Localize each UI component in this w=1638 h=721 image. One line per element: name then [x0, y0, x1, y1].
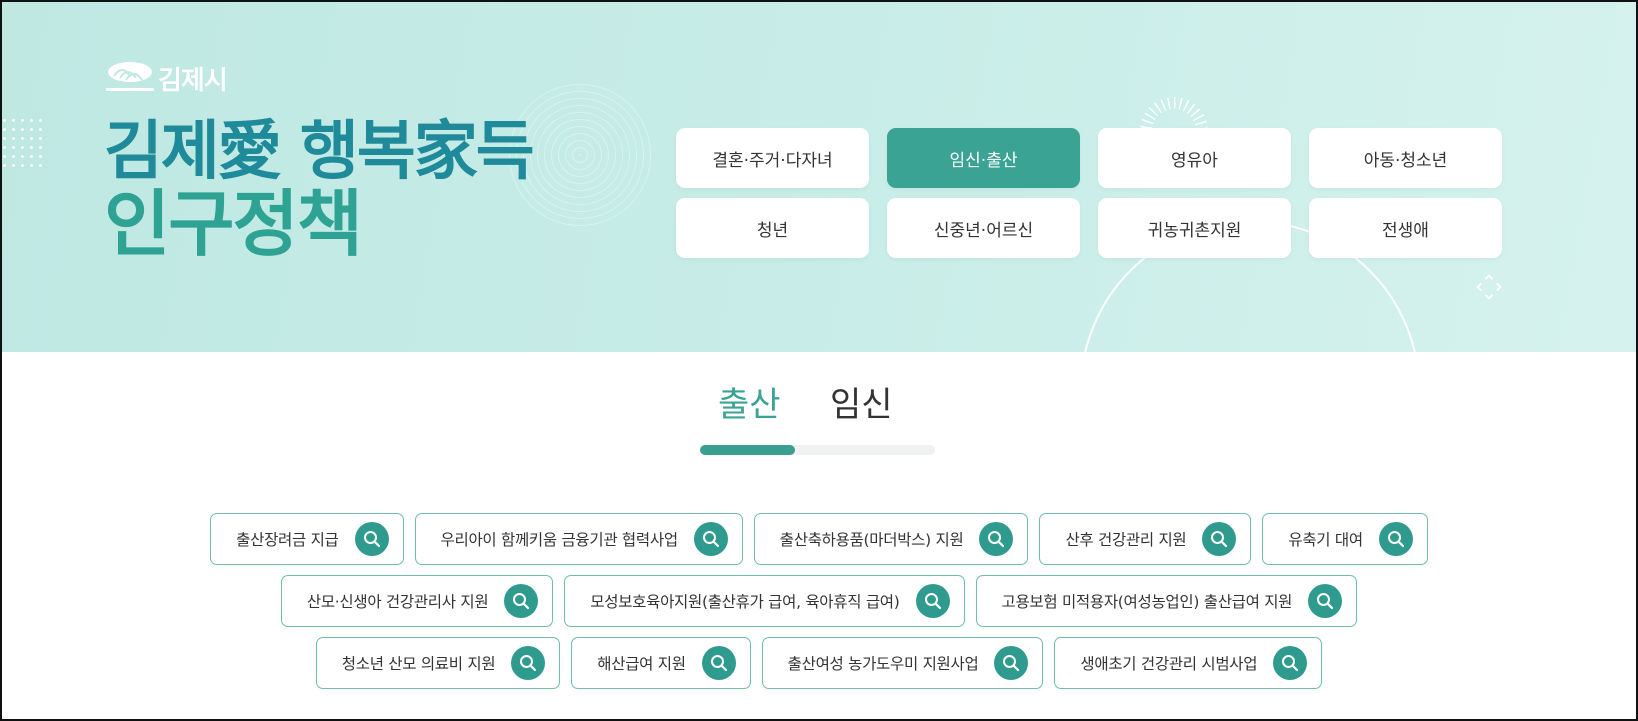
- category-return-farm-button[interactable]: 귀농귀촌지원: [1098, 198, 1291, 258]
- search-icon[interactable]: [511, 646, 546, 680]
- search-icon[interactable]: [994, 646, 1029, 680]
- program-item[interactable]: 출산장려금 지급: [210, 513, 404, 565]
- program-label: 고용보험 미적용자(여성농업인) 출산급여 지원: [1001, 593, 1293, 611]
- search-icon[interactable]: [354, 522, 389, 556]
- title-line-2: 인구정책: [104, 182, 363, 266]
- category-marriage-housing-button[interactable]: 결혼·주거·다자녀: [676, 128, 869, 188]
- program-item[interactable]: 생애초기 건강관리 시범사업: [1054, 637, 1323, 689]
- logo-text: 김제시: [158, 65, 228, 96]
- diamond-decoration: [1476, 274, 1502, 300]
- category-young-adult-button[interactable]: 청년: [676, 198, 869, 258]
- page-title: 김제愛 행복家득 인구정책: [104, 115, 535, 266]
- program-label: 우리아이 함께키움 금융기관 협력사업: [440, 531, 679, 549]
- tab-indicator-active: [700, 445, 795, 455]
- tab-birth[interactable]: 출산: [718, 385, 781, 426]
- program-item[interactable]: 우리아이 함께키움 금융기관 협력사업: [414, 513, 743, 565]
- program-label: 출산여성 농가도우미 지원사업: [787, 655, 979, 673]
- program-label: 유축기 대여: [1288, 531, 1363, 549]
- site-logo[interactable]: 김제시: [106, 58, 228, 98]
- search-icon[interactable]: [1273, 646, 1308, 680]
- program-label: 생애초기 건강관리 시범사업: [1080, 655, 1258, 673]
- dots-decoration: [0, 116, 42, 172]
- program-item[interactable]: 고용보험 미적용자(여성농업인) 출산급여 지원: [975, 575, 1358, 627]
- program-label: 산모·신생아 건강관리사 지원: [306, 593, 489, 611]
- category-child-youth-button[interactable]: 아동·청소년: [1309, 128, 1502, 188]
- search-icon[interactable]: [915, 584, 950, 618]
- program-label: 해산급여 지원: [597, 655, 686, 673]
- program-list: 출산장려금 지급 우리아이 함께키움 금융기관 협력사업 출산축하용품(마더박스…: [0, 513, 1638, 689]
- logo-mark-icon: [106, 58, 156, 98]
- program-item[interactable]: 유축기 대여: [1262, 513, 1428, 565]
- program-label: 출산장려금 지급: [236, 531, 339, 549]
- tab-pregnancy[interactable]: 임신: [830, 385, 893, 426]
- category-middle-senior-button[interactable]: 신중년·어르신: [887, 198, 1080, 258]
- search-icon[interactable]: [1308, 584, 1343, 618]
- program-item[interactable]: 출산여성 농가도우미 지원사업: [761, 637, 1044, 689]
- category-infant-button[interactable]: 영유아: [1098, 128, 1291, 188]
- program-item[interactable]: 해산급여 지원: [571, 637, 751, 689]
- category-lifetime-button[interactable]: 전생애: [1309, 198, 1502, 258]
- title-line-1: 김제愛 행복家득: [104, 115, 535, 189]
- program-label: 청소년 산모 의료비 지원: [341, 655, 496, 673]
- search-icon[interactable]: [693, 522, 728, 556]
- program-row: 산모·신생아 건강관리사 지원 모성보호육아지원(출산휴가 급여, 육아휴직 급…: [280, 575, 1358, 627]
- sub-tabs: 출산 임신: [700, 385, 965, 455]
- search-icon[interactable]: [701, 646, 736, 680]
- search-icon[interactable]: [1202, 522, 1237, 556]
- program-row: 출산장려금 지급 우리아이 함께키움 금융기관 협력사업 출산축하용품(마더박스…: [210, 513, 1428, 565]
- program-label: 산후 건강관리 지원: [1065, 531, 1187, 549]
- program-row: 청소년 산모 의료비 지원 해산급여 지원 출산여성 농가도우미 지원사업 생애…: [315, 637, 1323, 689]
- program-item[interactable]: 출산축하용품(마더박스) 지원: [753, 513, 1029, 565]
- search-icon[interactable]: [504, 584, 539, 618]
- program-item[interactable]: 산모·신생아 건강관리사 지원: [280, 575, 554, 627]
- search-icon[interactable]: [979, 522, 1014, 556]
- program-label: 모성보호육아지원(출산휴가 급여, 육아휴직 급여): [590, 593, 900, 611]
- hero-banner: 김제시 김제愛 행복家득 인구정책 결혼·주거·다자녀 임신·출산 영유아 아동…: [0, 0, 1638, 352]
- program-item[interactable]: 산후 건강관리 지원: [1039, 513, 1252, 565]
- category-nav: 결혼·주거·다자녀 임신·출산 영유아 아동·청소년 청년 신중년·어르신 귀농…: [676, 128, 1503, 258]
- program-item[interactable]: 모성보호육아지원(출산휴가 급여, 육아휴직 급여): [564, 575, 965, 627]
- search-icon[interactable]: [1378, 522, 1413, 556]
- program-label: 출산축하용품(마더박스) 지원: [779, 531, 964, 549]
- category-pregnancy-birth-button[interactable]: 임신·출산: [887, 128, 1080, 188]
- program-item[interactable]: 청소년 산모 의료비 지원: [315, 637, 561, 689]
